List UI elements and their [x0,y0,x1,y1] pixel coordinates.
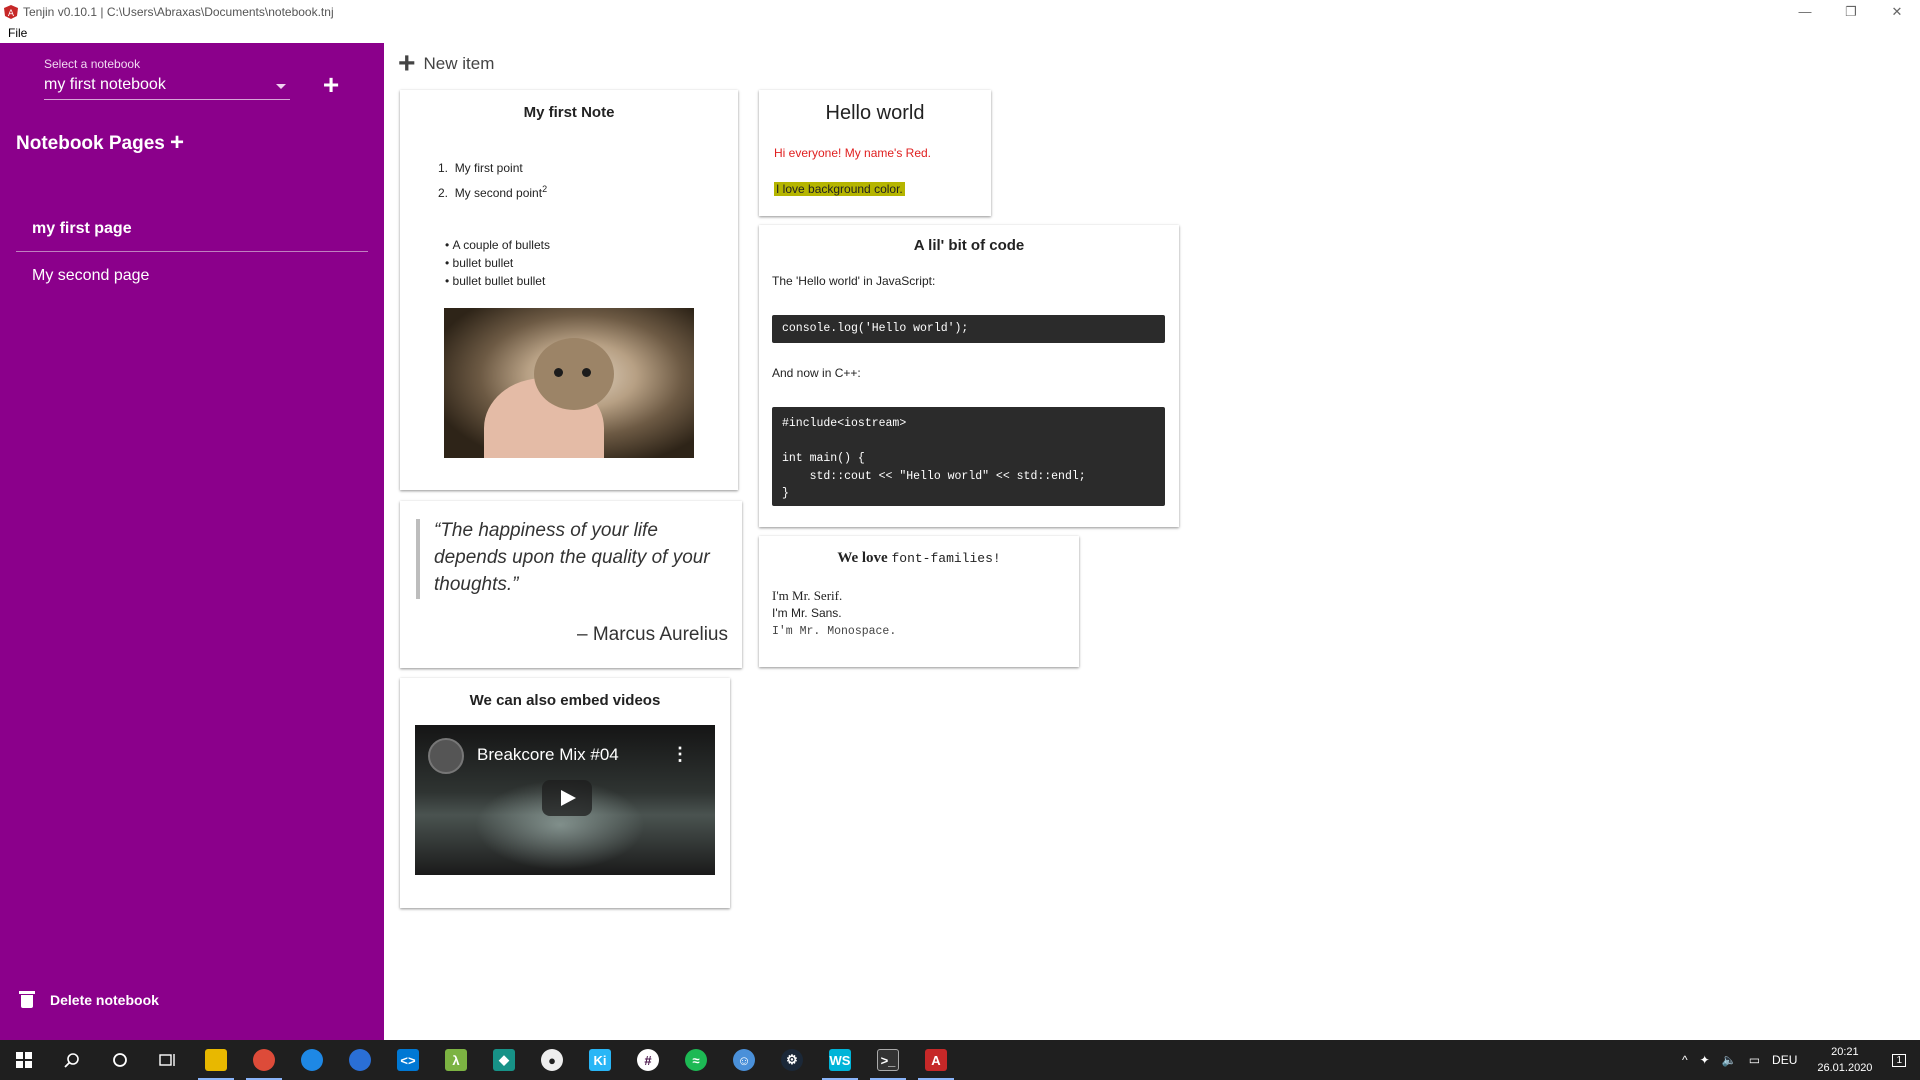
gitkraken-icon[interactable]: ◆ [480,1040,528,1080]
clock-time: 20:21 [1831,1046,1859,1058]
list-item: 1. My first point [438,161,523,175]
thunderbird-icon[interactable] [336,1040,384,1080]
ordered-list: 1. My first point 2. My second point2 [438,158,547,204]
quote-author: – Marcus Aurelius [576,624,728,645]
restore-icon[interactable]: ❐ [1828,0,1874,23]
delete-notebook-button[interactable]: Delete notebook [19,991,159,1008]
spotify-icon[interactable]: ≈ [672,1040,720,1080]
steam-icon[interactable]: ⚙ [768,1040,816,1080]
chrome-icon[interactable] [240,1040,288,1080]
ki-app-icon[interactable]: Ki [576,1040,624,1080]
code-block-js: console.log('Hello world'); [772,315,1165,343]
webstorm-icon[interactable]: WS [816,1040,864,1080]
list-item: • bullet bullet bullet [445,274,546,288]
sidebar-item-my-second-page[interactable]: My second page [16,253,368,299]
note-card-video[interactable]: We can also embed videos Breakcore Mix #… [400,678,730,908]
play-button[interactable] [542,780,592,816]
sans-text: I'm Mr. Sans. [772,606,842,620]
gamepad-app-icon[interactable]: ● [528,1040,576,1080]
card-title: Hello world [825,102,925,124]
card-title: My first Note [523,104,615,121]
lambda-app-icon[interactable]: λ [432,1040,480,1080]
bullet-list: • A couple of bullets • bullet bullet • … [445,236,550,290]
plus-icon: + [398,47,416,80]
title-bar: A Tenjin v0.10.1 | C:\Users\Abraxas\Docu… [0,0,1920,23]
serif-text: I'm Mr. Serif. [772,588,843,603]
note-card-code[interactable]: A lil' bit of code The 'Hello world' in … [759,225,1179,527]
sidebar-item-my-first-page[interactable]: my first page [16,206,368,252]
cpp-label: And now in C++: [772,366,861,380]
channel-avatar [428,738,464,774]
menu-file[interactable]: File [0,26,35,40]
search-icon[interactable] [48,1040,96,1080]
list-item: 2. My second point2 [438,184,548,200]
sidebar: Select a notebook my first notebook + No… [0,43,384,1040]
note-card-font-families[interactable]: We love font-families! I'm Mr. Serif. I'… [759,536,1079,667]
trash-icon [19,991,35,1008]
delete-notebook-label: Delete notebook [50,991,159,1008]
tenjin-app-icon[interactable]: A [912,1040,960,1080]
system-tray: ^ ✦ 🔈 ▭ DEU 20:21 26.01.2020 1 [1676,1040,1920,1080]
menu-bar: File [0,23,1920,43]
pages-heading: Notebook Pages [16,133,165,154]
mono-text: I'm Mr. Monospace. [772,625,897,638]
window-title: Tenjin v0.10.1 | C:\Users\Abraxas\Docume… [23,4,334,19]
clock[interactable]: 20:21 26.01.2020 [1817,1044,1872,1076]
terminal-icon[interactable]: >_ [864,1040,912,1080]
minimize-icon[interactable]: — [1782,0,1828,23]
windows-start-icon[interactable] [0,1040,48,1080]
sidebar-item-label: my first page [32,219,132,237]
js-label: The 'Hello world' in JavaScript: [772,274,936,288]
add-page-button[interactable]: + [170,129,184,157]
notifications-icon[interactable]: 1 [1892,1053,1906,1067]
new-item-label: New item [423,54,495,73]
note-card-quote[interactable]: “The happiness of your life depends upon… [400,501,742,668]
dropbox-icon[interactable]: ✦ [1700,1053,1710,1067]
superscript: 2 [542,184,548,194]
notebook-select-label: Select a notebook [44,57,141,71]
list-item: • bullet bullet [445,256,514,270]
card-title: We love font-families! [837,550,1001,566]
taskbar: <> λ ◆ ● Ki # ≈ ☺ ⚙ WS >_ A ^ ✦ 🔈 ▭ DEU … [0,1040,1920,1080]
svg-text:A: A [8,9,15,19]
quote-bar [416,519,420,599]
list-item: • A couple of bullets [445,238,550,252]
more-options-icon[interactable]: ⋮ [671,745,689,763]
app-logo-icon: A [4,4,18,19]
red-text: Hi everyone! My name's Red. [774,146,932,160]
chevron-up-icon[interactable]: ^ [1682,1053,1688,1067]
window-controls: — ❐ ✕ [1782,0,1920,23]
discord-icon[interactable]: ☺ [720,1040,768,1080]
card-title: A lil' bit of code [913,237,1025,254]
cortana-icon[interactable] [96,1040,144,1080]
slack-icon[interactable]: # [624,1040,672,1080]
kitten-image [444,308,694,458]
notebook-select[interactable]: my first notebook [44,76,290,100]
close-icon[interactable]: ✕ [1874,0,1920,23]
highlighted-text: I love background color. [774,182,905,196]
vscode-icon[interactable]: <> [384,1040,432,1080]
add-notebook-button[interactable]: + [318,71,344,99]
volume-icon[interactable]: 🔈 [1722,1053,1737,1067]
sidebar-item-label: My second page [32,267,150,284]
chevron-down-icon [276,84,286,89]
quote-text: “The happiness of your life depends upon… [434,520,710,595]
new-item-button[interactable]: + New item [398,47,495,80]
embedded-video[interactable]: Breakcore Mix #04 ⋮ [415,725,715,875]
card-title: We can also embed videos [469,692,661,709]
note-card-hello-world[interactable]: Hello world Hi everyone! My name's Red. … [759,90,991,216]
note-card-first-note[interactable]: My first Note 1. My first point 2. My se… [400,90,738,490]
code-block-cpp: #include<iostream> int main() { std::cou… [772,407,1165,506]
file-explorer-icon[interactable] [192,1040,240,1080]
notebook-select-value: my first notebook [44,76,166,93]
video-title: Breakcore Mix #04 [477,745,619,764]
language-indicator[interactable]: DEU [1772,1053,1797,1067]
firefox-icon[interactable] [288,1040,336,1080]
clock-date: 26.01.2020 [1817,1062,1873,1074]
network-icon[interactable]: ▭ [1749,1053,1760,1067]
task-view-icon[interactable] [144,1040,192,1080]
